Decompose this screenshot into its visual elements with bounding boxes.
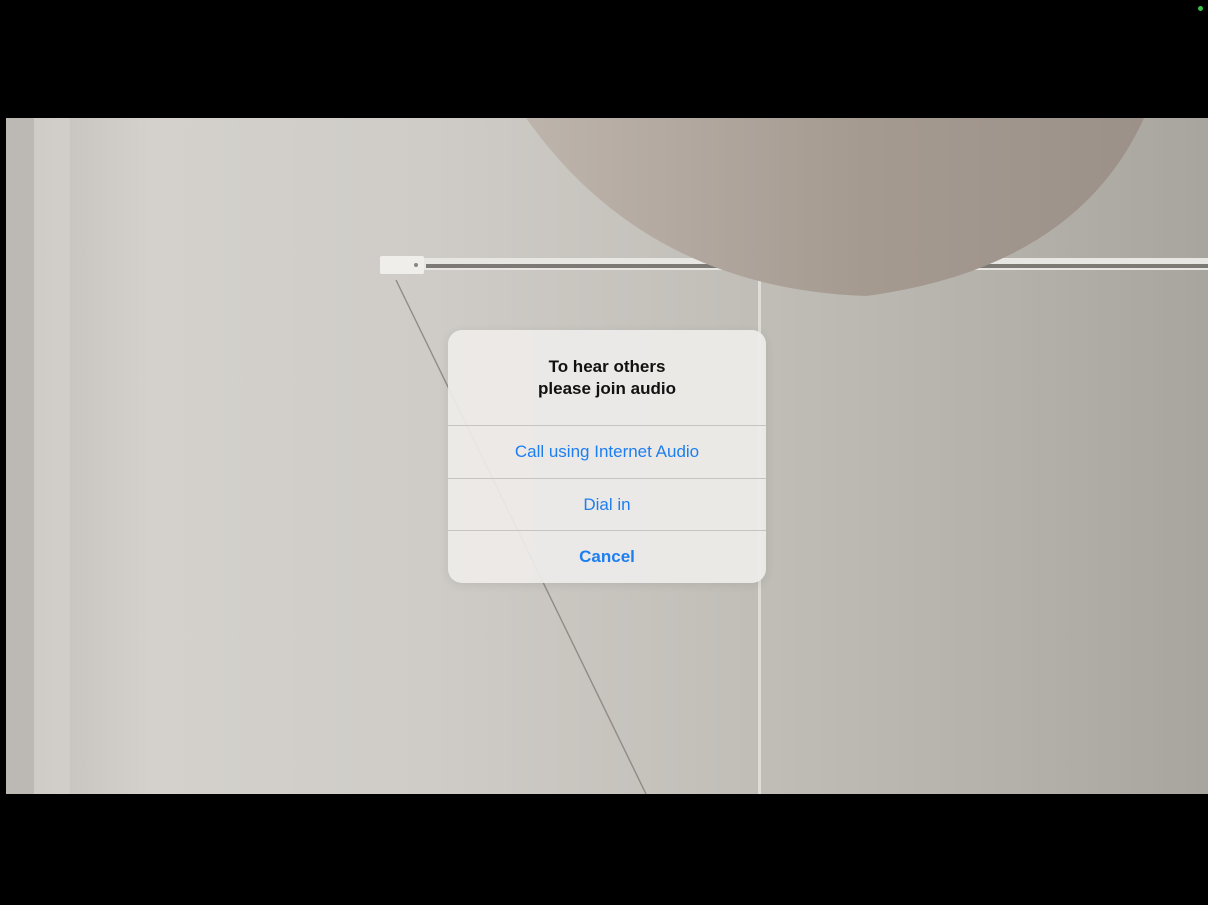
meeting-screen: To hear others please join audio Call us… (0, 0, 1208, 905)
dial-in-button[interactable]: Dial in (448, 478, 766, 530)
join-audio-dialog: To hear others please join audio Call us… (448, 330, 766, 583)
call-internet-audio-button[interactable]: Call using Internet Audio (448, 426, 766, 478)
cancel-button[interactable]: Cancel (448, 530, 766, 582)
dialog-title-line2: please join audio (538, 378, 676, 398)
camera-indicator (1198, 6, 1203, 11)
dialog-header: To hear others please join audio (448, 330, 766, 426)
dialog-title-line1: To hear others (548, 356, 666, 376)
